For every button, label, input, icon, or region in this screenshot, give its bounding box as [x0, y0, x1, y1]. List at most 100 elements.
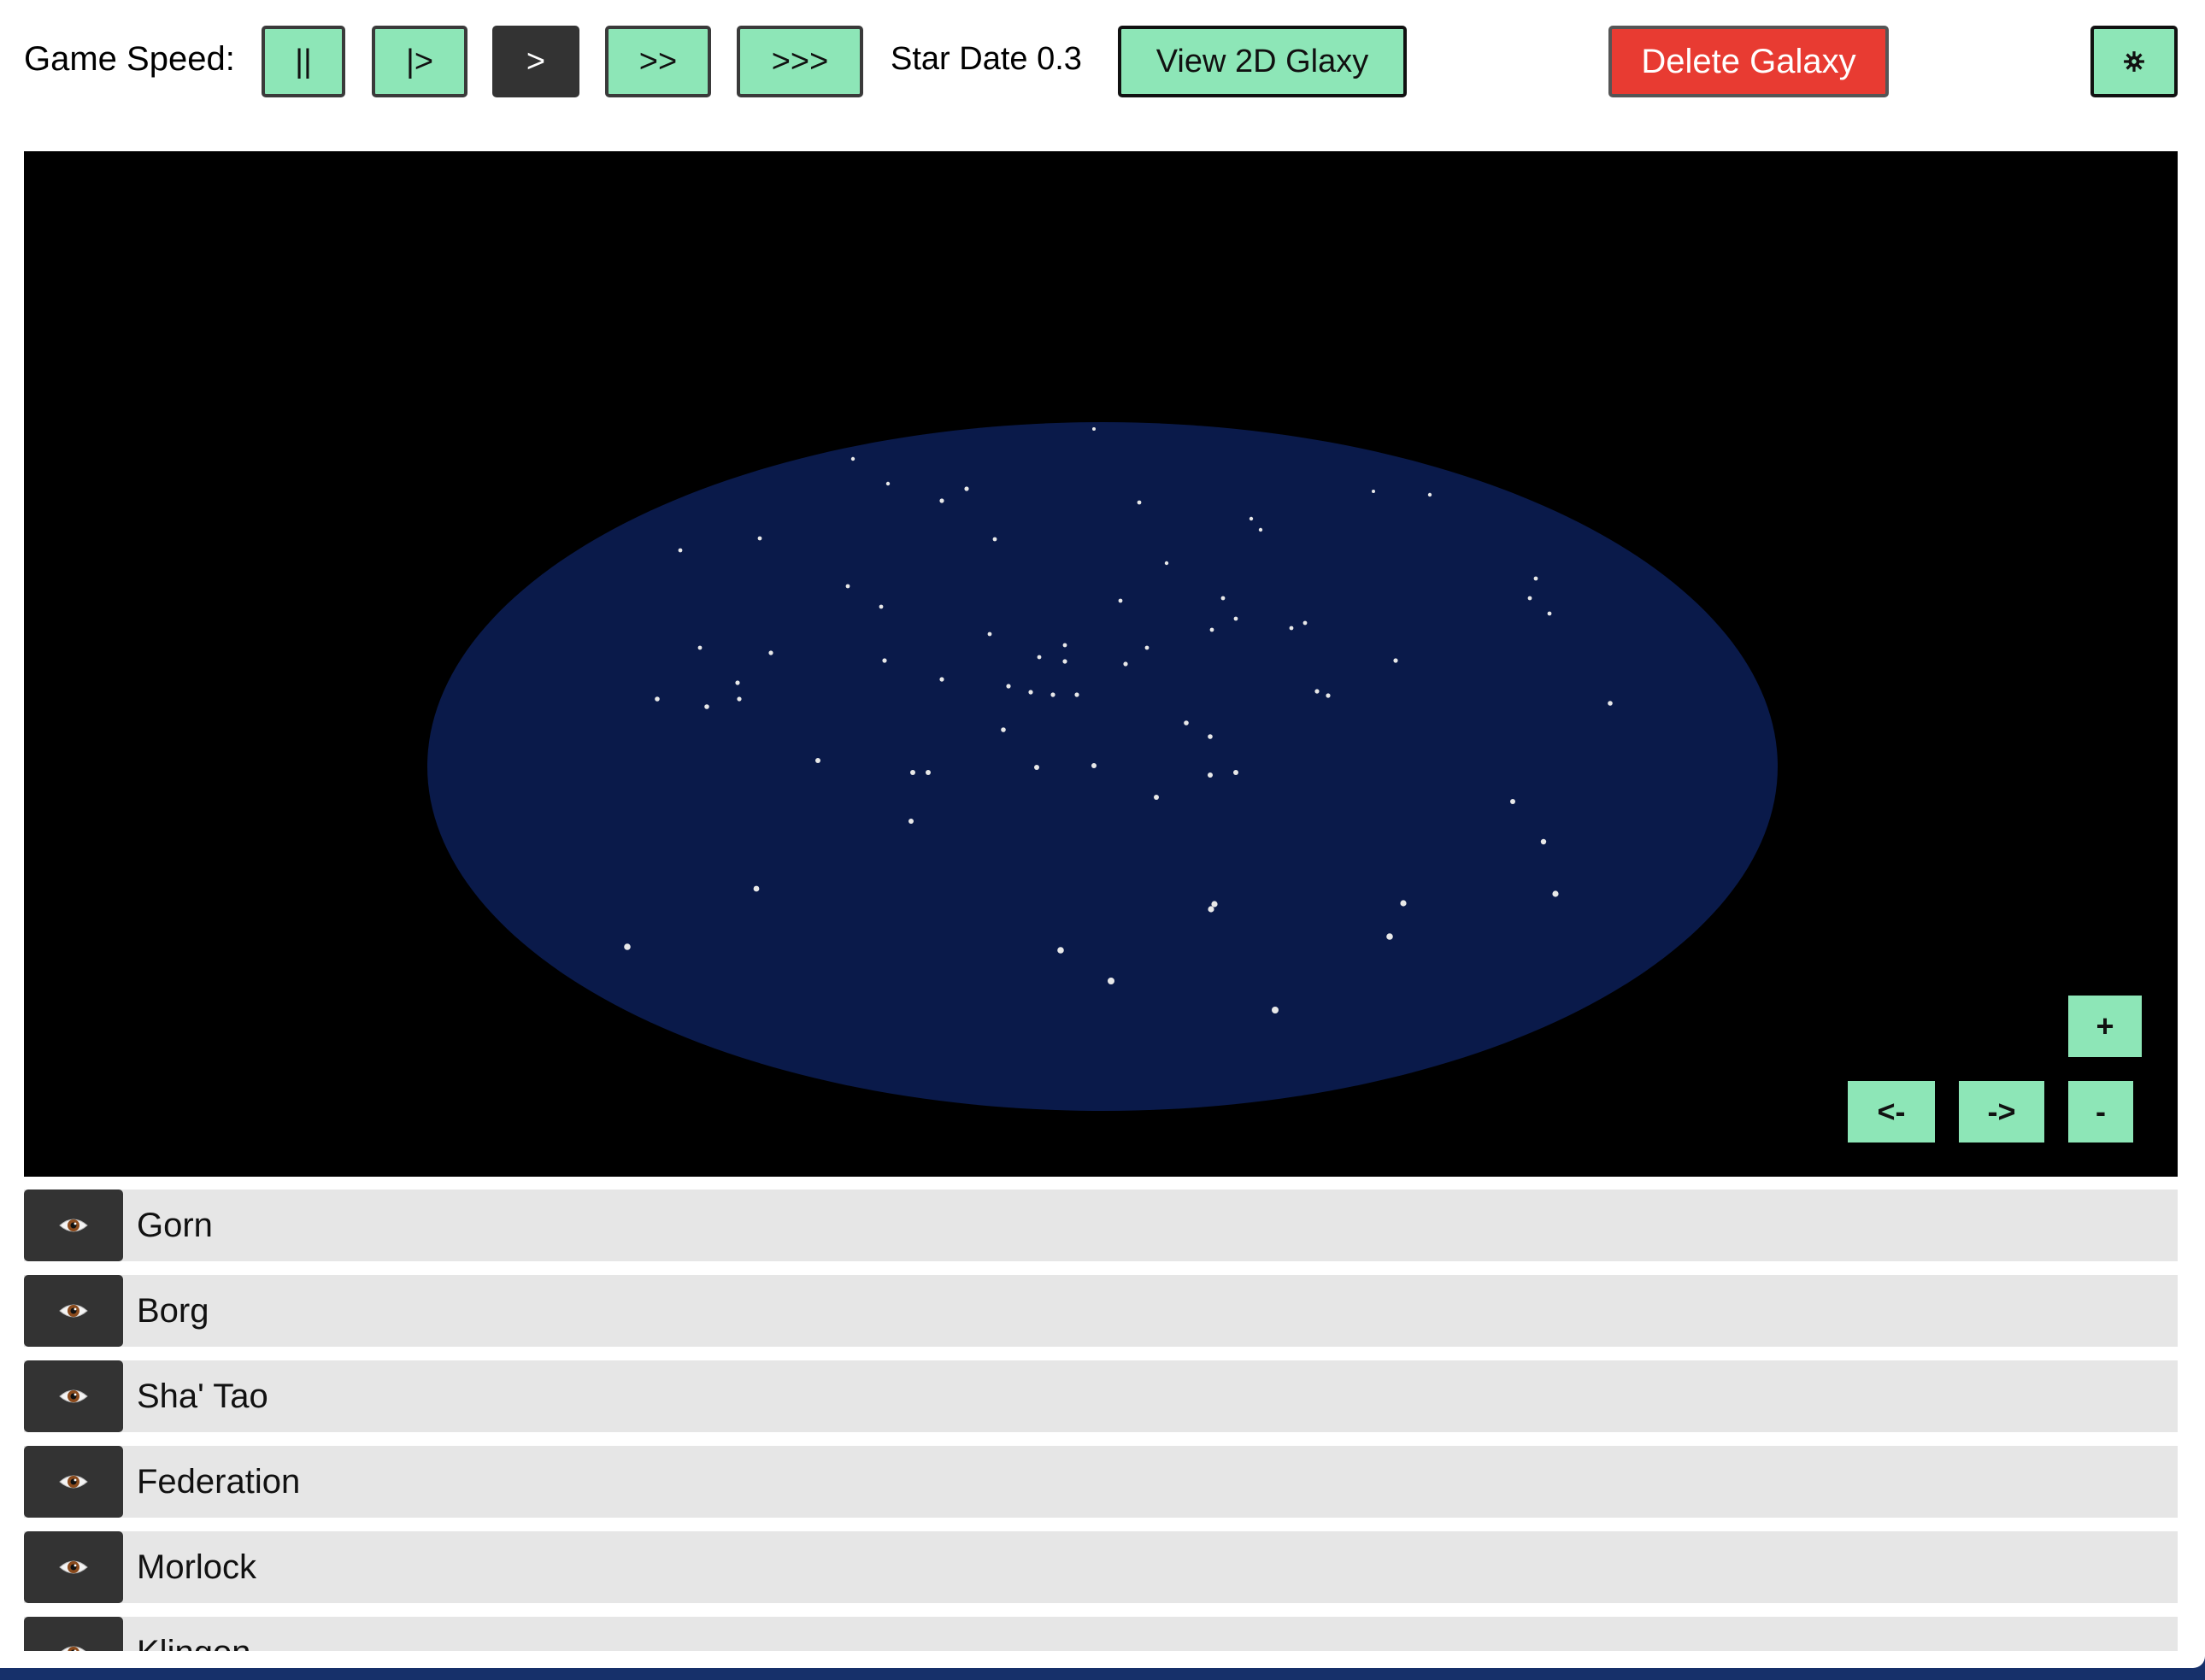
play-speed-fastest-button[interactable]: >>> [737, 26, 863, 97]
view-2d-galaxy-button[interactable]: View 2D Glaxy [1118, 26, 1407, 97]
star[interactable] [815, 758, 820, 763]
galaxy-canvas[interactable] [24, 151, 2178, 1177]
star[interactable] [678, 548, 683, 553]
star[interactable] [1123, 661, 1128, 667]
star[interactable] [1092, 427, 1096, 431]
star[interactable] [1108, 978, 1114, 984]
star[interactable] [1034, 765, 1039, 770]
star[interactable] [845, 584, 850, 589]
empire-row: Sha' Tao [24, 1360, 2178, 1432]
game-speed-label: Game Speed: [24, 40, 235, 78]
empire-name: Morlock [137, 1548, 257, 1586]
star[interactable] [1037, 655, 1042, 660]
star[interactable] [1137, 500, 1142, 505]
eye-icon [59, 1304, 88, 1318]
star[interactable] [1510, 799, 1515, 804]
star[interactable] [1208, 772, 1213, 778]
star[interactable] [1258, 527, 1263, 532]
app-window: Game Speed: || |> > >> >>> Star Date 0.3… [0, 0, 2205, 1668]
star[interactable] [1527, 596, 1532, 601]
star[interactable] [1540, 838, 1547, 845]
star[interactable] [1209, 627, 1214, 632]
star[interactable] [987, 631, 992, 637]
empire-name: Gorn [137, 1207, 213, 1244]
star[interactable] [908, 819, 914, 824]
delete-galaxy-button[interactable]: Delete Galaxy [1608, 26, 1889, 97]
star[interactable] [1608, 701, 1613, 706]
star[interactable] [1154, 795, 1159, 800]
star[interactable] [1208, 734, 1213, 739]
star[interactable] [1144, 645, 1150, 650]
star[interactable] [697, 645, 703, 650]
star[interactable] [910, 770, 915, 775]
star[interactable] [737, 696, 742, 702]
star[interactable] [992, 537, 997, 542]
star[interactable] [1533, 576, 1538, 581]
star[interactable] [939, 498, 944, 503]
zoom-in-button[interactable]: + [2068, 996, 2142, 1057]
toggle-visibility-button[interactable] [24, 1531, 123, 1603]
star[interactable] [1211, 901, 1218, 908]
star[interactable] [1164, 561, 1169, 566]
star[interactable] [1001, 727, 1006, 732]
star[interactable] [735, 680, 740, 685]
star[interactable] [1062, 643, 1067, 648]
star[interactable] [1220, 596, 1226, 601]
star[interactable] [1326, 693, 1331, 698]
star[interactable] [753, 885, 760, 892]
star[interactable] [879, 604, 884, 609]
toggle-visibility-button[interactable] [24, 1617, 123, 1651]
star[interactable] [1393, 658, 1398, 663]
galaxy-3d-viewport[interactable]: + <- -> - [24, 151, 2178, 1177]
star[interactable] [939, 677, 944, 682]
star[interactable] [1062, 659, 1067, 664]
pause-button[interactable]: || [262, 26, 345, 97]
star[interactable] [1552, 890, 1559, 897]
star[interactable] [1184, 720, 1189, 725]
star[interactable] [885, 481, 891, 486]
star[interactable] [1272, 1007, 1279, 1013]
star[interactable] [1074, 692, 1079, 697]
zoom-out-button[interactable]: - [2068, 1081, 2133, 1143]
star[interactable] [1400, 900, 1407, 907]
star[interactable] [704, 704, 709, 709]
star[interactable] [768, 650, 773, 655]
star[interactable] [1057, 947, 1064, 954]
star[interactable] [1233, 770, 1238, 775]
star[interactable] [1006, 684, 1011, 689]
star[interactable] [1386, 933, 1393, 940]
star[interactable] [757, 536, 762, 541]
step-button[interactable]: |> [372, 26, 467, 97]
star[interactable] [1028, 690, 1033, 695]
star[interactable] [1233, 616, 1238, 621]
rotate-left-button[interactable]: <- [1848, 1081, 1935, 1143]
empire-name: Borg [137, 1292, 209, 1330]
toggle-visibility-button[interactable] [24, 1190, 123, 1261]
star[interactable] [882, 658, 887, 663]
star[interactable] [655, 696, 660, 702]
star[interactable] [1249, 516, 1254, 521]
play-speed-fast-button[interactable]: >> [605, 26, 711, 97]
star[interactable] [1314, 689, 1320, 694]
star[interactable] [1050, 692, 1055, 697]
toggle-visibility-button[interactable] [24, 1446, 123, 1518]
star[interactable] [1302, 620, 1308, 626]
toggle-visibility-button[interactable] [24, 1275, 123, 1347]
star[interactable] [1547, 611, 1552, 616]
eye-icon [61, 1646, 86, 1651]
star[interactable] [1372, 490, 1375, 493]
star[interactable] [1091, 763, 1097, 768]
star[interactable] [1427, 492, 1432, 497]
star[interactable] [926, 770, 931, 775]
empire-row: Klingon [24, 1617, 2178, 1651]
star[interactable] [850, 456, 856, 461]
play-speed-normal-button[interactable]: > [492, 26, 579, 97]
star[interactable] [964, 486, 969, 491]
settings-button[interactable] [2090, 26, 2178, 97]
star[interactable] [1208, 906, 1214, 913]
rotate-right-button[interactable]: -> [1959, 1081, 2044, 1143]
star[interactable] [624, 943, 631, 950]
toggle-visibility-button[interactable] [24, 1360, 123, 1432]
star[interactable] [1118, 598, 1123, 603]
star[interactable] [1289, 626, 1294, 631]
